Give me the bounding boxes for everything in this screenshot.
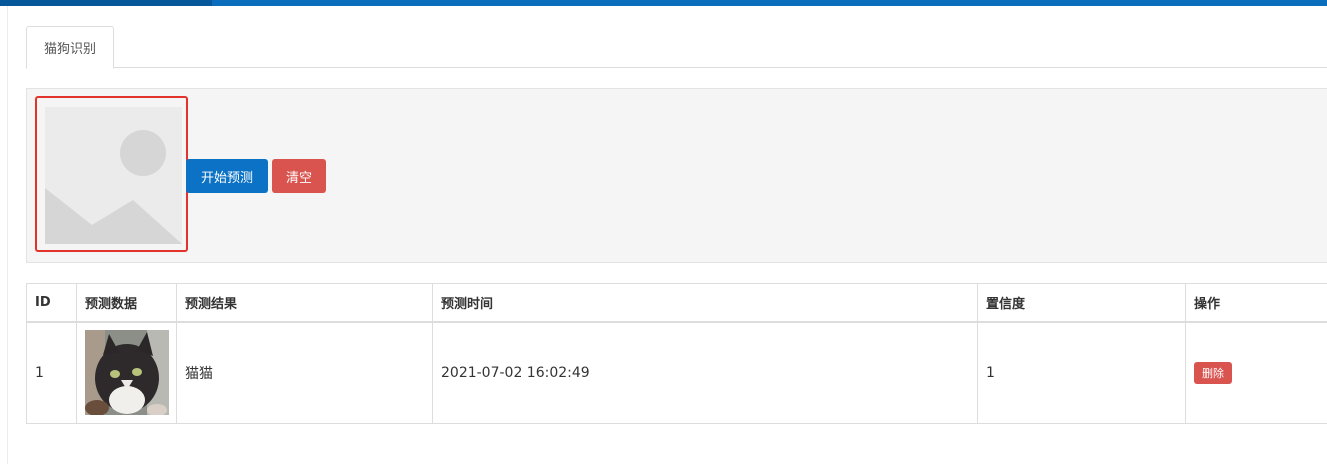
column-header-prediction-result: 预测结果	[176, 283, 433, 323]
start-prediction-button[interactable]: 开始预测	[186, 159, 268, 193]
top-accent-bar-active-segment	[0, 0, 212, 6]
column-header-actions: 操作	[1185, 283, 1327, 323]
column-header-prediction-data: 预测数据	[76, 283, 177, 323]
column-header-prediction-time: 预测时间	[432, 283, 978, 323]
clear-button[interactable]: 清空	[272, 159, 326, 193]
column-header-id: ID	[26, 283, 77, 323]
image-upload-area[interactable]	[35, 96, 188, 252]
cell-confidence: 1	[977, 321, 1186, 424]
cell-actions: 删除	[1185, 321, 1327, 424]
cell-prediction-image	[76, 321, 177, 424]
cell-id: 1	[26, 321, 77, 424]
image-placeholder-icon	[45, 107, 182, 244]
column-header-confidence: 置信度	[977, 283, 1186, 323]
table-row: 1 猫猫 2021-07-02 16:02:49 1 删除	[26, 321, 1327, 424]
cat-photo-thumbnail	[85, 330, 169, 416]
left-edge-divider	[0, 6, 8, 464]
table-header-row: ID 预测数据 预测结果 预测时间 置信度 操作	[26, 283, 1327, 323]
cell-prediction-time: 2021-07-02 16:02:49	[432, 321, 978, 424]
upload-panel: 开始预测 清空	[26, 88, 1327, 263]
cell-prediction-result: 猫猫	[176, 321, 433, 424]
tab-cat-dog-recognition[interactable]: 猫狗识别	[26, 26, 114, 69]
delete-button[interactable]: 删除	[1194, 361, 1232, 384]
prediction-table: ID 预测数据 预测结果 预测时间 置信度 操作 1 猫猫 2021-07-02…	[26, 283, 1327, 424]
tab-bar: 猫狗识别	[26, 26, 1327, 69]
